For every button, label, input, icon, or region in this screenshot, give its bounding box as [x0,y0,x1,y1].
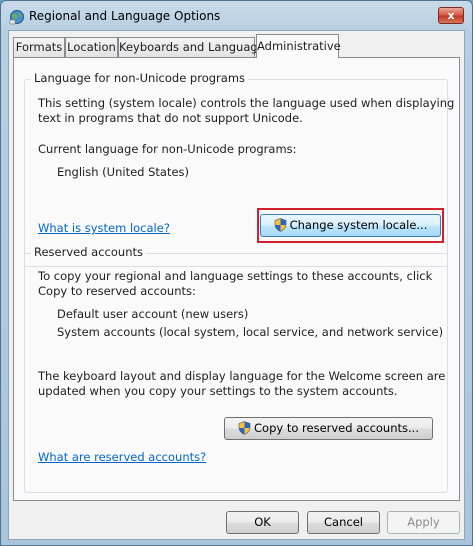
current-language-value: English (United States) [57,165,190,179]
tab-administrative[interactable]: Administrative [256,34,341,58]
what-is-system-locale-link[interactable]: What is system locale? [38,221,170,236]
current-language-label: Current language for non-Unicode program… [38,142,297,156]
system-locale-description-line2: text in programs that do not support Uni… [38,111,303,125]
cancel-button[interactable]: Cancel [307,511,380,534]
welcome-screen-note-line1: The keyboard layout and display language… [38,369,446,383]
window-title: Regional and Language Options [29,9,221,23]
copy-to-reserved-accounts-button[interactable]: Copy to reserved accounts... [224,417,433,440]
apply-button[interactable]: Apply [387,511,460,534]
what-are-reserved-accounts-link[interactable]: What are reserved accounts? [38,450,206,465]
dialog-client-area: Formats Location Keyboards and Languages… [8,30,465,540]
close-button[interactable]: x [438,7,464,24]
reserved-description-line2: Copy to reserved accounts: [38,284,196,298]
tab-keyboards-and-languages[interactable]: Keyboards and Languages [118,37,271,57]
reserved-account-system: System accounts (local system, local ser… [57,325,444,339]
globe-icon [9,9,25,25]
dialog-window: Regional and Language Options x Formats … [0,0,473,546]
title-bar[interactable]: Regional and Language Options x [1,1,472,31]
system-locale-description-line1: This setting (system locale) controls th… [38,96,455,110]
copy-to-reserved-accounts-label: Copy to reserved accounts... [254,421,419,435]
welcome-screen-note-line2: updated when you copy your settings to t… [38,384,398,398]
ok-button[interactable]: OK [226,511,299,534]
tab-formats[interactable]: Formats [13,37,65,57]
uac-shield-icon [238,421,251,435]
change-system-locale-button[interactable]: Change system locale... [260,214,441,237]
administrative-panel: Language for non-Unicode programs This s… [13,57,460,501]
tab-location[interactable]: Location [65,37,118,57]
non-unicode-group-legend: Language for non-Unicode programs [31,71,249,85]
reserved-accounts-group-legend: Reserved accounts [31,245,146,259]
change-system-locale-label: Change system locale... [289,218,428,232]
reserved-description-line1: To copy your regional and language setti… [38,269,433,283]
reserved-account-default-user: Default user account (new users) [57,307,249,321]
uac-shield-icon [274,218,287,232]
